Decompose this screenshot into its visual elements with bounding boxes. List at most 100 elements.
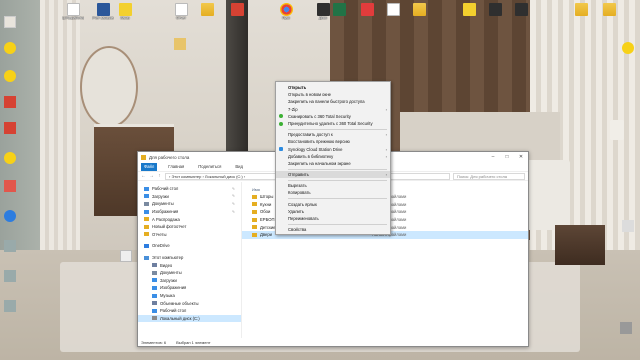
tab-view[interactable]: Вид — [232, 164, 246, 169]
sidebar-item[interactable]: Локальный диск (C:) — [138, 314, 241, 323]
sidebar-item[interactable]: Отчеты — [138, 231, 241, 239]
menu-item[interactable]: Удалить — [276, 208, 390, 215]
onec-icon[interactable] — [4, 42, 16, 54]
app-icon[interactable] — [4, 210, 16, 222]
excel-icon — [332, 3, 346, 16]
menu-item[interactable]: Добавить в библиотеку › — [276, 153, 390, 160]
menu-item[interactable]: Свойства — [276, 226, 390, 233]
sidebar-item[interactable]: Рабочий стол — [138, 307, 241, 315]
up-arrow-icon[interactable]: ↑ — [157, 173, 162, 179]
folder-icon — [144, 209, 149, 214]
desktop-shortcut[interactable] — [226, 3, 248, 16]
menu-item[interactable]: Восстановить прежнюю версию — [276, 138, 390, 145]
menu-separator — [288, 168, 387, 170]
app-icon[interactable] — [4, 300, 16, 312]
desktop-shortcut[interactable] — [328, 3, 350, 16]
sidebar-item-label: Документы — [160, 270, 182, 276]
menu-item[interactable]: 7-Zip › — [276, 106, 390, 113]
yellow-icon — [118, 3, 132, 16]
back-arrow-icon[interactable]: ← — [141, 173, 146, 179]
desktop-shortcut[interactable]: Заказ — [114, 3, 136, 20]
wallpaper-lamp — [610, 120, 624, 140]
sidebar-item[interactable]: Изображения ✎ — [138, 208, 241, 216]
close-button[interactable]: ✕ — [514, 152, 528, 161]
minimize-button[interactable]: – — [486, 152, 500, 161]
desktop-shortcut[interactable]: Отчет — [170, 3, 192, 20]
sidebar-item[interactable]: Документы ✎ — [138, 200, 241, 208]
onec-icon[interactable] — [4, 152, 16, 164]
desktop-shortcut[interactable] — [408, 3, 430, 16]
menu-item[interactable]: Принудительно удалить с 360 Total Securi… — [276, 120, 390, 127]
security-icon — [279, 121, 283, 126]
menu-item[interactable]: Synology Cloud Station Drive › — [276, 146, 390, 153]
sidebar-item[interactable]: Загрузки — [138, 277, 241, 285]
search-input[interactable]: Поиск: Для рабочего стола — [453, 172, 525, 180]
sidebar-item[interactable]: Этот компьютер — [138, 254, 241, 262]
status-bar: Элементов: 6 Выбран 1 элемент — [138, 338, 528, 346]
menu-item[interactable]: Копировать — [276, 189, 390, 196]
menu-item[interactable]: Переименовать — [276, 215, 390, 222]
file-icon[interactable] — [120, 250, 132, 262]
menu-separator — [288, 179, 387, 181]
desktop-shortcut[interactable] — [356, 3, 378, 16]
desktop-shortcut[interactable]: Ц Разработка — [62, 3, 84, 20]
desktop-shortcut[interactable] — [458, 3, 480, 16]
sidebar-item-label: Объемные объекты — [160, 300, 199, 306]
folder-icon — [144, 186, 149, 191]
app-icon[interactable] — [620, 322, 632, 334]
menu-item-label: Отправить — [288, 172, 309, 178]
sidebar-item[interactable]: Рабочий стол ✎ — [138, 185, 241, 193]
forward-arrow-icon[interactable]: → — [149, 173, 154, 179]
pdf-icon[interactable] — [4, 180, 16, 192]
sidebar-item[interactable]: Изображения — [138, 284, 241, 292]
sidebar-item[interactable]: Музыка — [138, 292, 241, 300]
folder-icon — [144, 217, 149, 222]
onec-icon[interactable] — [622, 42, 634, 54]
folder-icon — [252, 194, 257, 199]
desktop-shortcut[interactable] — [570, 3, 592, 16]
desktop-shortcut[interactable] — [196, 3, 218, 16]
menu-item[interactable]: Вырезать — [276, 182, 390, 189]
desktop-shortcut[interactable] — [382, 3, 404, 16]
file-icon[interactable] — [4, 16, 16, 28]
pin-icon: ✎ — [231, 186, 235, 191]
sidebar-item[interactable]: Объемные объекты — [138, 299, 241, 307]
sidebar-item[interactable]: Документы — [138, 269, 241, 277]
menu-item[interactable]: Открыть — [276, 84, 390, 91]
sidebar-item[interactable]: OneDrive — [138, 242, 241, 250]
sidebar-item[interactable]: Новый фотоотчет — [138, 223, 241, 231]
menu-item[interactable]: Отправить › — [276, 171, 390, 179]
menu-item[interactable]: Предоставить доступ к › — [276, 131, 390, 138]
desktop-shortcut[interactable]: Пуск — [275, 3, 297, 20]
desktop-shortcut[interactable] — [510, 3, 532, 16]
app-icon[interactable] — [622, 220, 634, 232]
menu-item[interactable]: Закрепить на начальном экране — [276, 160, 390, 167]
onec-icon[interactable] — [4, 70, 16, 82]
maximize-button[interactable]: □ — [500, 152, 514, 161]
folder-icon — [152, 278, 157, 283]
folder-icon — [144, 232, 149, 237]
menu-item-label: Сканировать с 360 Total Security — [288, 113, 351, 119]
folder-icon[interactable] — [174, 38, 186, 50]
desktop-shortcut[interactable] — [598, 3, 620, 16]
sidebar-item[interactable]: Загрузки ✎ — [138, 193, 241, 201]
sidebar-item[interactable]: Видео — [138, 261, 241, 269]
app-icon[interactable] — [4, 240, 16, 252]
desktop-shortcut[interactable] — [484, 3, 506, 16]
menu-item[interactable]: Сканировать с 360 Total Security — [276, 113, 390, 120]
sidebar-item-label: Новый фотоотчет — [152, 224, 187, 230]
menu-item[interactable]: Открыть в новом окне — [276, 91, 390, 98]
app-icon[interactable] — [4, 96, 16, 108]
app-icon[interactable] — [4, 122, 16, 134]
window-title: Для рабочего стола — [149, 154, 190, 160]
menu-item[interactable]: Закрепить на панели быстрого доступа — [276, 98, 390, 105]
menu-item-label: Открыть — [288, 85, 307, 90]
menu-item[interactable]: Создать ярлык — [276, 201, 390, 208]
sidebar-item[interactable]: А Распродажа — [138, 215, 241, 223]
tab-home[interactable]: Главная — [165, 164, 187, 169]
tab-file[interactable]: Файл — [141, 162, 158, 171]
app-icon[interactable] — [4, 270, 16, 282]
tab-share[interactable]: Поделиться — [195, 164, 224, 169]
cloud-sync-icon — [279, 147, 283, 152]
desktop-shortcut[interactable]: Учет заказов.docx — [92, 3, 114, 20]
